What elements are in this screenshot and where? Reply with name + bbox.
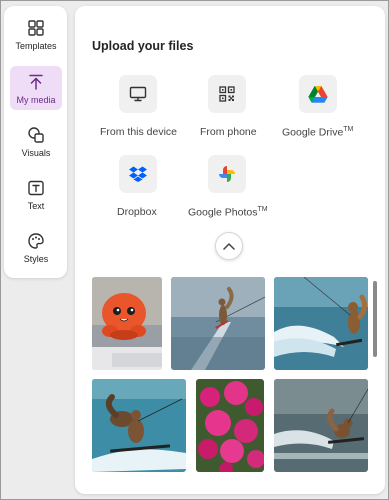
dropbox-icon [129,166,147,182]
media-panel: Upload your files From this device From … [75,6,385,494]
styles-icon [28,233,44,249]
media-thumbnail-squirrel-ski[interactable] [92,379,186,472]
google-drive-label: Google DriveTM [282,126,354,139]
monitor-icon [129,86,147,102]
side-rail: Templates My media Visuals Text Styles [4,6,67,278]
google-drive-button[interactable] [299,75,337,113]
google-photos-button[interactable] [208,155,246,193]
from-this-device-button[interactable] [119,75,157,113]
dropbox-button[interactable] [119,155,157,193]
media-thumbnail-squirrel-skiing[interactable] [171,277,265,370]
from-this-device-label: From this device [100,126,178,138]
google-drive-icon [308,86,328,103]
qr-code-icon [219,86,235,102]
templates-icon [28,20,44,36]
rail-item-label: Text [27,201,45,211]
media-thumbnail-bougainvillea[interactable] [196,379,264,472]
media-thumbnail-squirrel-splash[interactable] [274,277,368,370]
from-phone-button[interactable] [208,75,246,113]
rail-item-templates[interactable]: Templates [10,12,62,56]
dropbox-label: Dropbox [117,206,157,218]
from-phone-label: From phone [200,126,257,138]
panel-title: Upload your files [92,39,194,53]
text-icon [28,180,44,196]
upload-icon [29,74,43,90]
media-thumbnail-plush-toy[interactable] [92,277,162,370]
rail-item-text[interactable]: Text [10,172,62,216]
chevron-up-icon [223,243,235,250]
rail-item-styles[interactable]: Styles [10,225,62,269]
rail-item-my-media[interactable]: My media [10,66,62,110]
rail-item-label: Styles [23,254,49,264]
rail-item-visuals[interactable]: Visuals [10,119,62,163]
rail-item-label: Visuals [21,148,51,158]
media-thumbnail-squirrel-wake[interactable] [274,379,368,472]
google-photos-label: Google PhotosTM [188,206,268,219]
rail-item-label: Templates [15,41,57,51]
collapse-button[interactable] [215,232,243,260]
visuals-icon [28,127,44,143]
google-photos-icon [219,166,235,182]
rail-item-label: My media [16,95,56,105]
scrollbar-thumb[interactable] [373,281,377,357]
